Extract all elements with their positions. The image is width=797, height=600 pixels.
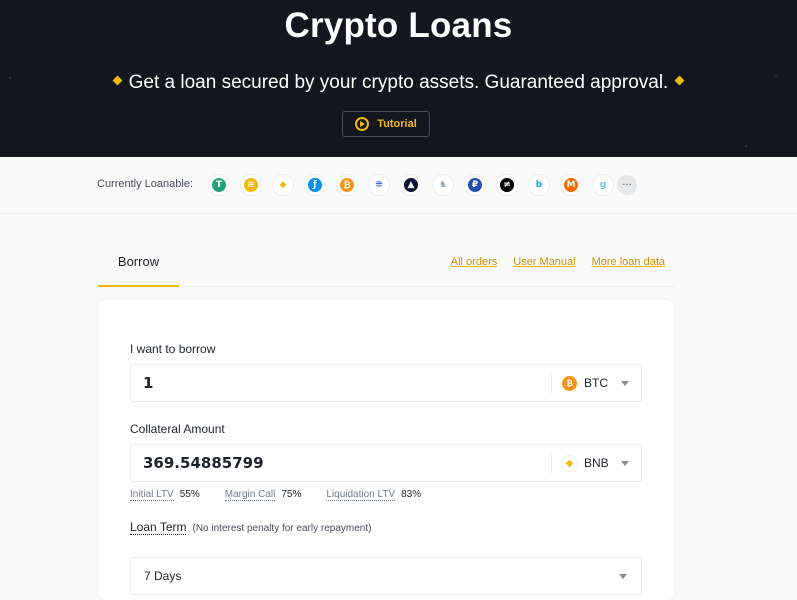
more-loan-data-link[interactable]: More loan data [592,256,665,268]
user-manual-link[interactable]: User Manual [513,256,575,268]
paxos-icon[interactable]: ₽ [465,175,485,195]
chevron-down-icon [619,574,627,579]
coin-glyph: T [212,178,226,192]
coin-glyph: b [532,178,546,192]
wing-icon[interactable]: ≠ [497,175,517,195]
loan-term-note: (No interest penalty for early repayment… [192,523,372,534]
all-orders-link[interactable]: All orders [451,256,497,268]
initial-ltv: Initial LTV 55% [130,489,200,501]
chevron-down-icon [621,460,629,466]
chevron-down-icon [621,380,629,386]
tutorial-label: Tutorial [377,118,417,130]
coin-list: T ≋ ◆ ƒ ₿ ⁜ ▲ ♞ ₽ ≠ b Mg ··· [209,175,637,195]
tab-bar: Borrow All orders User Manual More loan … [98,240,674,287]
coin-glyph: ₿ [340,178,354,192]
coin-glyph: ⁜ [372,178,386,192]
initial-ltv-value: 55% [179,489,200,500]
bnb-icon[interactable]: ◆ [273,175,293,195]
collateral-asset-name: BNB [584,456,609,470]
collateral-amount-input[interactable] [143,451,523,475]
coin-glyph: ₽ [468,178,482,192]
borrow-form-card: I want to borrow ₿ BTC Collateral Amount… [98,300,674,600]
page-title: Crypto Loans [284,6,513,45]
borrow-asset-name: BTC [584,376,608,390]
tutorial-button[interactable]: Tutorial [342,111,430,137]
borrow-label: I want to borrow [130,342,216,356]
filecoin-icon[interactable]: ƒ [305,175,325,195]
coin-glyph: ≋ [244,178,258,192]
busd-icon[interactable]: ≋ [241,175,261,195]
margin-call-value: 75% [281,489,302,500]
monero-icon[interactable]: M [561,175,581,195]
graph-icon[interactable]: g [593,175,613,195]
liquidation-ltv-label[interactable]: Liquidation LTV [326,489,396,501]
margin-call: Margin Call 75% [224,489,302,501]
loanable-coins-bar: Currently Loanable: T ≋ ◆ ƒ ₿ ⁜ ▲ ♞ ₽ ≠ b Mg ··· [0,157,797,214]
ltv-info: Initial LTV 55% Margin Call 75% Liquidat… [130,489,446,501]
more-coins-button[interactable]: ··· [617,175,637,195]
borrow-amount-field: ₿ BTC [130,364,642,402]
liquidation-ltv: Liquidation LTV 83% [326,489,421,501]
bitcoin-icon: ₿ [562,375,577,391]
coin-glyph: g [596,178,610,192]
network-icon[interactable]: ⁜ [369,175,389,195]
diamond-icon [112,76,123,86]
mountain-icon[interactable]: ▲ [401,175,421,195]
borrow-amount-input[interactable] [143,371,523,395]
hero-subtitle: Get a loan secured by your crypto assets… [0,72,797,94]
margin-call-label[interactable]: Margin Call [224,489,276,501]
subtitle-text: Get a loan secured by your crypto assets… [128,72,669,93]
loan-term-value: 7 Days [144,569,182,583]
borrow-asset-select[interactable]: ₿ BTC [551,373,641,393]
collateral-asset-select[interactable]: ◆ BNB [551,453,641,473]
coin-glyph: ◆ [276,178,290,192]
hero-banner: Crypto Loans Get a loan secured by your … [0,0,797,157]
decor-dot [745,145,747,147]
coin-glyph: ƒ [308,178,322,192]
liquidation-ltv-value: 83% [401,489,422,500]
initial-ltv-label[interactable]: Initial LTV [130,489,174,501]
collateral-amount-field: ◆ BNB [130,444,642,482]
loan-term-label[interactable]: Loan Term [130,520,187,535]
loan-term-row: Loan Term (No interest penalty for early… [130,520,371,535]
coin-glyph: ≠ [500,178,514,192]
coin-glyph: ▲ [404,178,418,192]
tether-icon[interactable]: T [209,175,229,195]
unicorn-icon[interactable]: ♞ [433,175,453,195]
bnb-icon: ◆ [562,455,577,471]
collateral-label: Collateral Amount [130,422,225,436]
bitcoin-icon[interactable]: ₿ [337,175,357,195]
loanable-label: Currently Loanable: [97,178,194,190]
tab-borrow[interactable]: Borrow [98,240,179,287]
coin-glyph: ♞ [436,178,450,192]
diamond-icon [674,76,685,86]
play-icon [355,117,370,131]
header-links: All orders User Manual More loan data [451,256,665,268]
coin-glyph: M [564,178,578,192]
flame-icon[interactable]: b [529,175,549,195]
loan-term-select[interactable]: 7 Days [130,557,642,595]
